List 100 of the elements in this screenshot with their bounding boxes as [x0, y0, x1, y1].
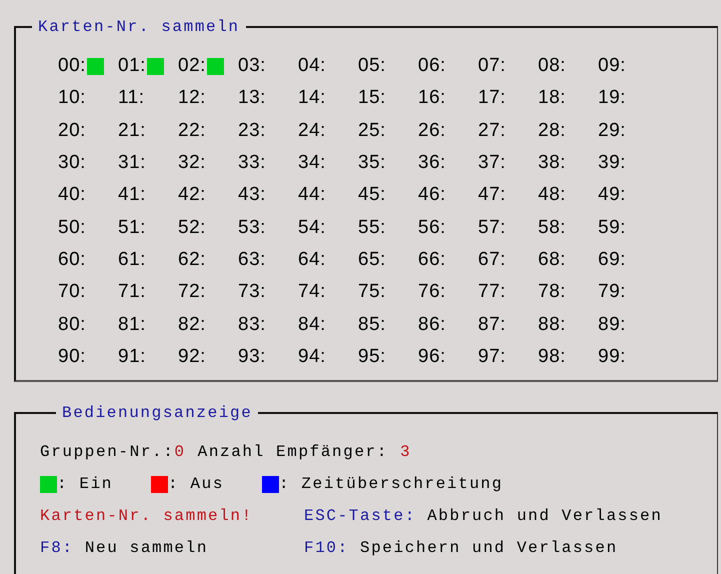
card-number: 40:: [58, 184, 86, 206]
card-number: 60:: [58, 248, 86, 271]
group-value: 0: [174, 443, 186, 461]
card-number: 77:: [478, 281, 506, 304]
card-number: 13:: [238, 87, 266, 110]
card-number: 86:: [418, 314, 446, 336]
card-number: 27:: [478, 120, 506, 142]
card-number: 01:: [118, 55, 146, 78]
card-number: 62:: [178, 248, 206, 271]
card-number: 41:: [118, 184, 146, 206]
card-number: 85:: [358, 314, 386, 336]
card-number: 49:: [598, 184, 626, 206]
card-number: 69:: [598, 248, 626, 271]
card-number: 61:: [118, 248, 146, 271]
card-number: 28:: [538, 120, 566, 142]
key-action: Speichern und Verlassen: [360, 539, 618, 557]
card-number: 42:: [178, 184, 206, 206]
card-number: 57:: [478, 216, 506, 239]
card-number: 64:: [298, 248, 326, 271]
card-number: 14:: [298, 87, 326, 110]
card-number: 04:: [298, 55, 326, 78]
card-number: 44:: [298, 184, 326, 206]
card-number: 91:: [118, 346, 146, 368]
card-number: 38:: [538, 152, 566, 174]
card-number: 45:: [358, 184, 386, 206]
card-number: 24:: [298, 120, 326, 142]
card-number: 33:: [238, 152, 266, 174]
card-number: 97:: [478, 346, 506, 368]
status-message: Karten-Nr. sammeln!: [40, 507, 254, 525]
card-number: 00:: [58, 55, 86, 78]
receivers-label: Anzahl Empfänger:: [198, 443, 388, 461]
card-number: 03:: [238, 55, 266, 78]
card-number: 51:: [118, 216, 146, 239]
legend-label: : Ein: [57, 475, 114, 493]
card-number: 66:: [418, 248, 446, 271]
card-number: 36:: [418, 152, 446, 174]
card-number: 59:: [598, 216, 626, 239]
card-number: 72:: [178, 281, 206, 304]
card-number: 88:: [538, 314, 566, 336]
card-number: 18:: [538, 87, 566, 110]
card-number: 05:: [358, 55, 386, 78]
card-number: 80:: [58, 314, 86, 336]
group-title: Karten-Nr. sammeln: [37, 18, 241, 36]
card-number: 96:: [418, 346, 446, 368]
legend-label: : Aus: [168, 475, 224, 493]
card-number: 26:: [418, 120, 446, 142]
card-number: 29:: [598, 120, 626, 142]
card-number: 37:: [478, 152, 506, 174]
key-name: F10:: [304, 539, 349, 557]
card-number: 90:: [58, 346, 86, 368]
card-number: 52:: [178, 216, 206, 239]
card-number: 06:: [418, 55, 446, 78]
key-action: Neu sammeln: [84, 539, 208, 557]
card-number: 32:: [178, 152, 206, 174]
card-number: 54:: [298, 216, 326, 239]
card-number: 35:: [358, 152, 386, 174]
card-number: 82:: [178, 314, 206, 336]
card-number: 99:: [598, 346, 626, 368]
key-name: F8:: [40, 539, 74, 557]
card-number: 83:: [238, 314, 266, 336]
card-number: 12:: [178, 87, 206, 110]
card-number: 93:: [238, 346, 266, 368]
card-number: 94:: [298, 346, 326, 368]
card-number: 70:: [58, 281, 86, 304]
card-number: 81:: [118, 314, 146, 336]
card-number: 89:: [598, 314, 626, 336]
card-number: 50:: [58, 216, 86, 239]
card-number: 22:: [178, 120, 206, 142]
card-number: 30:: [58, 152, 86, 174]
card-number: 15:: [358, 87, 386, 110]
card-number: 53:: [238, 216, 266, 239]
card-number: 25:: [358, 120, 386, 142]
card-number: 67:: [478, 248, 506, 271]
card-number: 98:: [538, 346, 566, 368]
card-number: 95:: [358, 346, 386, 368]
card-number: 56:: [418, 216, 446, 239]
card-number: 58:: [538, 216, 566, 239]
card-number: 65:: [358, 248, 386, 271]
card-number: 23:: [238, 120, 266, 142]
card-number: 31:: [118, 152, 146, 174]
card-number: 10:: [58, 87, 86, 110]
card-number: 63:: [238, 248, 266, 271]
card-number: 34:: [298, 152, 326, 174]
card-number: 92:: [178, 346, 206, 368]
card-number: 78:: [538, 281, 566, 304]
legend-label: : Zeitüberschreitung: [279, 475, 504, 493]
group-label: Gruppen-Nr.:: [40, 443, 174, 461]
key-action: Abbruch und Verlassen: [427, 507, 662, 525]
card-number: 21:: [118, 120, 146, 142]
card-number: 79:: [598, 281, 626, 304]
card-number: 39:: [598, 152, 626, 174]
card-number: 73:: [238, 281, 266, 304]
card-number: 46:: [418, 184, 446, 206]
card-number: 75:: [358, 281, 386, 304]
card-number: 55:: [358, 216, 386, 239]
card-number: 16:: [418, 87, 446, 110]
card-number: 17:: [478, 87, 506, 110]
card-number: 43:: [238, 184, 266, 206]
card-number: 19:: [598, 87, 626, 110]
card-number: 07:: [478, 55, 506, 78]
